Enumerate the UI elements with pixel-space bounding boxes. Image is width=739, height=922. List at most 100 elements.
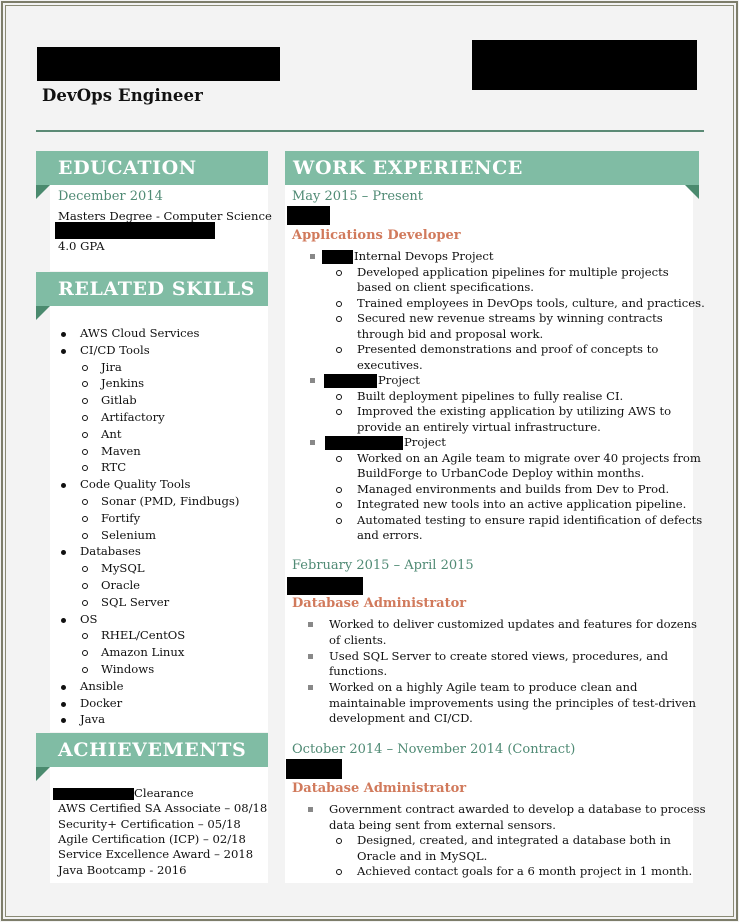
skill-item: Jenkins: [58, 375, 263, 392]
achievement-item: Clearance: [134, 786, 194, 800]
skill-label: RHEL/CentOS: [101, 628, 186, 643]
skill-label: Databases: [80, 544, 141, 559]
redacted-employer: [287, 577, 363, 595]
skill-item: Docker: [58, 695, 263, 712]
project-name: Project: [404, 435, 446, 451]
skill-label: Ant: [101, 426, 122, 441]
skill-label: Windows: [101, 661, 155, 676]
bullet-text: Achieved contact goals for a 6 month pro…: [357, 864, 693, 878]
square-bullet-icon: [308, 622, 313, 627]
bullet-icon: [61, 348, 66, 354]
circle-bullet-icon: [82, 381, 88, 388]
bullet-icon: [61, 701, 66, 707]
skill-item: Amazon Linux: [58, 644, 263, 661]
skill-item: MySQL: [58, 560, 263, 577]
circle-bullet-icon: [336, 269, 342, 276]
skill-item: Code Quality Tools: [58, 476, 263, 493]
circle-bullet-icon: [82, 633, 88, 640]
job-date: October 2014 – November 2014 (Contract): [292, 742, 576, 757]
skill-item: Gitlab: [58, 392, 263, 409]
job-role: Database Administrator: [292, 781, 467, 796]
skill-label: Sonar (PMD, Findbugs): [101, 493, 240, 508]
skill-label: Oracle: [101, 577, 141, 592]
achievement-item: Service Excellence Award – 2018: [58, 847, 254, 861]
skill-item: Selenium: [58, 527, 263, 544]
ribbon-fold: [36, 306, 50, 320]
circle-bullet-icon: [82, 431, 88, 438]
circle-bullet-icon: [82, 666, 88, 673]
bullet-icon: [61, 483, 66, 489]
circle-bullet-icon: [82, 498, 88, 505]
circle-bullet-icon: [336, 316, 342, 322]
circle-bullet-icon: [336, 455, 342, 462]
header-divider: [36, 130, 704, 132]
ribbon-fold: [685, 185, 699, 199]
redacted-employer: [286, 759, 342, 779]
achievement-item: Java Bootcamp - 2016: [58, 863, 187, 877]
redacted-project-name: [325, 436, 403, 450]
skill-label: Gitlab: [101, 393, 137, 408]
bullet-icon: [61, 718, 66, 724]
bullet-item: Secured new revenue streams by winning c…: [336, 311, 663, 342]
skill-item: Oracle: [58, 577, 263, 594]
skill-label: SQL Server: [101, 594, 170, 609]
square-bullet-icon: [308, 685, 313, 690]
skill-label: Ansible: [80, 678, 124, 693]
circle-bullet-icon: [82, 398, 88, 405]
skill-item: AWS Cloud Services: [58, 325, 263, 342]
achievement-item: Agile Certification (ICP) – 02/18: [58, 832, 246, 846]
bullet-item: Automated testing to ensure rapid identi…: [336, 513, 702, 544]
bullet-item: Worked on a highly Agile team to produce…: [308, 680, 696, 727]
redacted-employer: [287, 206, 330, 225]
square-bullet-icon: [308, 653, 313, 659]
bullet-item: Government contract awarded to develop a…: [308, 802, 706, 833]
bullet-item: Developed application pipelines for mult…: [336, 265, 669, 296]
bullet-icon: [61, 332, 66, 337]
skill-label: Jenkins: [101, 376, 145, 391]
skill-item: SQL Server: [58, 594, 263, 611]
skill-item: Java: [58, 711, 263, 728]
work-heading: WORK EXPERIENCE: [285, 151, 699, 185]
skill-label: CI/CD Tools: [80, 342, 150, 357]
circle-bullet-icon: [82, 448, 88, 455]
bullet-text: Managed environments and builds from Dev…: [357, 481, 670, 496]
skill-item: Fortify: [58, 510, 263, 527]
redacted-school: [55, 222, 215, 239]
achievement-item: Security+ Certification – 05/18: [58, 817, 241, 831]
skill-item: Ansible: [58, 678, 263, 695]
skill-label: Fortify: [101, 510, 141, 525]
bullet-text: Presented demonstrations and proof of co…: [357, 342, 659, 372]
skill-label: Maven: [101, 443, 141, 458]
circle-bullet-icon: [82, 582, 88, 589]
skills-heading: RELATED SKILLS: [36, 272, 268, 306]
skill-label: RTC: [101, 460, 127, 475]
circle-bullet-icon: [82, 599, 88, 606]
circle-bullet-icon: [82, 515, 88, 522]
skill-item: Databases: [58, 543, 263, 560]
circle-bullet-icon: [336, 393, 342, 400]
circle-bullet-icon: [336, 517, 342, 524]
education-gpa: 4.0 GPA: [58, 239, 105, 253]
education-heading: EDUCATION: [36, 151, 268, 185]
ribbon-fold: [36, 185, 50, 199]
redacted-name: [37, 47, 280, 81]
job-role: Database Administrator: [292, 596, 467, 611]
skill-item: Jira: [58, 359, 263, 376]
circle-bullet-icon: [336, 347, 342, 353]
bullet-item: Integrated new tools into an active appl…: [336, 497, 686, 513]
bullet-icon: [61, 684, 66, 690]
ribbon-fold: [36, 767, 50, 781]
bullet-text: Project: [404, 435, 446, 449]
skill-label: Amazon Linux: [101, 645, 185, 660]
skill-label: Artifactory: [101, 409, 165, 424]
circle-bullet-icon: [336, 486, 342, 493]
circle-bullet-icon: [82, 414, 88, 421]
skill-item: Sonar (PMD, Findbugs): [58, 493, 263, 510]
skill-item: OS: [58, 611, 263, 628]
skill-label: Selenium: [101, 527, 157, 542]
bullet-item: Trained employees in DevOps tools, cultu…: [336, 296, 705, 312]
bullet-item: Presented demonstrations and proof of co…: [336, 342, 659, 373]
education-date: December 2014: [58, 189, 163, 204]
circle-bullet-icon: [336, 300, 342, 307]
circle-bullet-icon: [82, 465, 88, 472]
